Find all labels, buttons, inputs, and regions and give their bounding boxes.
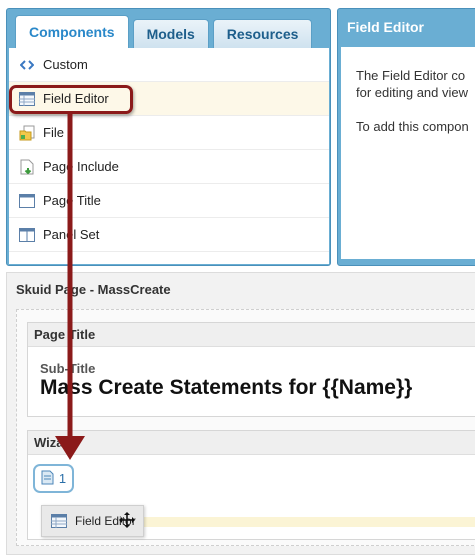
component-item-page-title[interactable]: Page Title <box>9 184 329 218</box>
wizard-header: Wizard <box>28 431 475 455</box>
table-grid-icon <box>51 514 67 528</box>
page-subtitle: Sub-Title <box>40 361 96 376</box>
tab-resources[interactable]: Resources <box>212 19 313 48</box>
dragging-field-editor[interactable]: Field Editor <box>41 505 144 537</box>
component-item-field-editor[interactable]: Field Editor <box>9 82 329 116</box>
component-item-custom[interactable]: Custom <box>9 48 329 82</box>
info-line-2: for editing and view <box>356 85 469 100</box>
panel-set-icon <box>19 227 35 243</box>
page-title: Skuid Page - MassCreate <box>16 282 171 297</box>
code-brackets-icon <box>19 57 35 73</box>
component-item-label: Field Editor <box>43 91 109 106</box>
page-title-component[interactable]: Page Title Sub-Title Mass Create Stateme… <box>27 322 475 417</box>
table-grid-icon <box>19 91 35 107</box>
component-item-label: Custom <box>43 57 88 72</box>
component-info-panel: Field Editor The Field Editor co for edi… <box>337 8 475 266</box>
component-item-label: Page Include <box>43 159 119 174</box>
component-item-label: File <box>43 125 64 140</box>
tab-models[interactable]: Models <box>132 19 209 48</box>
page-canvas: Page Title Sub-Title Mass Create Stateme… <box>16 309 475 546</box>
component-info-body: The Field Editor co for editing and view… <box>341 47 475 259</box>
page-title-icon <box>19 193 35 209</box>
component-item-file[interactable]: File <box>9 116 329 150</box>
component-item-panel-set[interactable]: Panel Set <box>9 218 329 252</box>
component-item-page-include[interactable]: Page Include <box>9 150 329 184</box>
page-title-component-header: Page Title <box>28 323 475 347</box>
components-panel: Components Models Resources Custom Field… <box>6 8 331 266</box>
tab-components[interactable]: Components <box>15 15 129 48</box>
page-include-icon <box>19 159 35 175</box>
skuid-page: Skuid Page - MassCreate Page Title Sub-T… <box>6 272 475 555</box>
info-line-3: To add this compon <box>356 119 469 134</box>
drop-zone[interactable] <box>123 517 475 527</box>
component-info-title: Field Editor <box>347 19 424 35</box>
wizard-component[interactable]: Wizard 1 Field Editor <box>27 430 475 540</box>
page-main-title: Mass Create Statements for {{Name}} <box>40 376 413 399</box>
folder-file-icon <box>19 125 35 141</box>
info-line-1: The Field Editor co <box>356 68 466 83</box>
components-tabs: Components Models Resources <box>15 15 313 49</box>
wizard-step-button[interactable]: 1 <box>33 464 74 493</box>
step-number: 1 <box>58 471 67 486</box>
component-item-label: Panel Set <box>43 227 100 242</box>
drag-label: Field Editor <box>75 514 136 528</box>
component-item-label: Page Title <box>43 193 101 208</box>
step-page-icon <box>41 470 54 488</box>
component-list: Custom Field Editor File Page Include Pa… <box>9 48 329 264</box>
